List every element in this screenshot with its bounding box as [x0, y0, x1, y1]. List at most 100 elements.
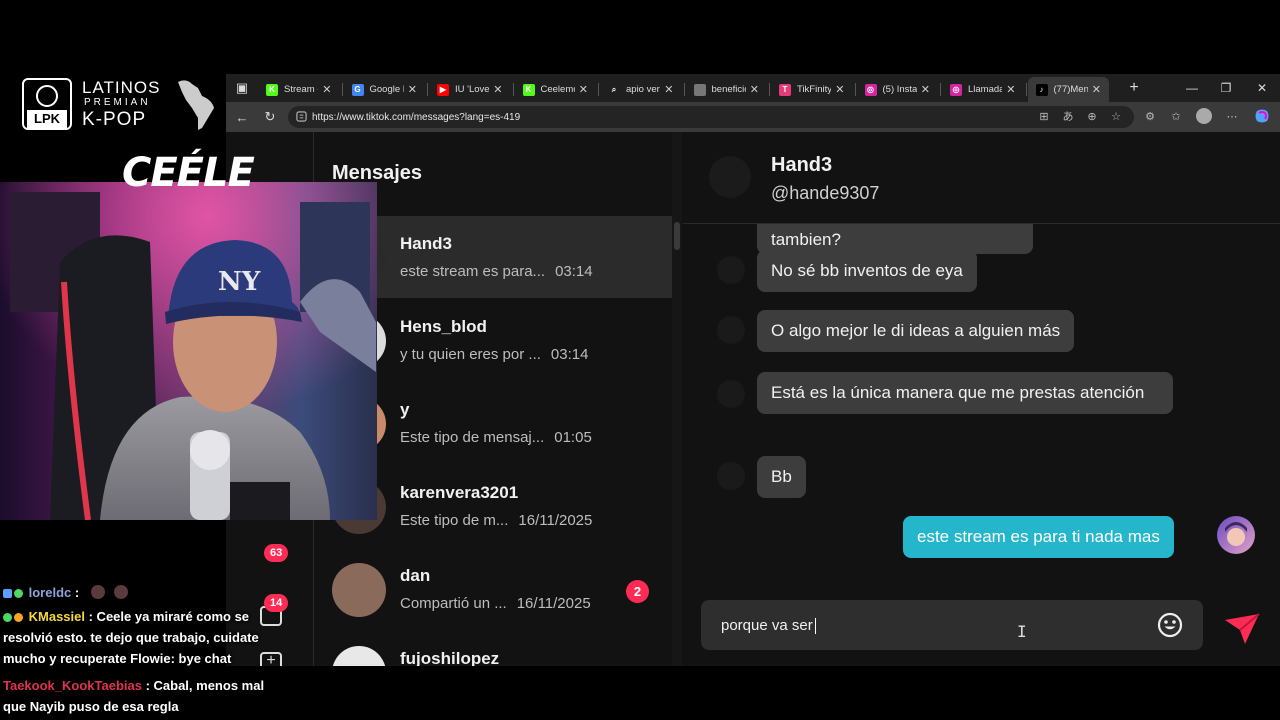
- browser-tab[interactable]: K Stream - ✕: [258, 77, 340, 102]
- app-available-icon[interactable]: ⊞: [1036, 108, 1052, 124]
- close-tab-icon[interactable]: ✕: [408, 83, 417, 96]
- minimize-button[interactable]: —: [1174, 77, 1210, 99]
- close-window-button[interactable]: ✕: [1244, 77, 1280, 99]
- browser-tab[interactable]: T TikFinity ✕: [771, 77, 853, 102]
- conversation-item[interactable]: dan Compartió un ... 16/11/2025 2: [314, 548, 672, 630]
- tab-separator: [769, 83, 770, 96]
- vinyl-icon: [36, 85, 58, 107]
- copilot-icon[interactable]: [1254, 108, 1270, 124]
- svg-text:NY: NY: [218, 267, 261, 297]
- tab-separator: [940, 83, 941, 96]
- emoji-icon[interactable]: [1157, 612, 1183, 638]
- close-tab-icon[interactable]: ✕: [493, 83, 502, 96]
- conversation-time: 16/11/2025: [516, 595, 591, 612]
- stream-chat-message: loreldc :: [3, 582, 129, 603]
- tab-separator: [598, 83, 599, 96]
- url-text: https://www.tiktok.com/messages?lang=es-…: [312, 111, 521, 123]
- tab-actions-icon[interactable]: ▣: [232, 78, 252, 98]
- emote-icon: [90, 585, 105, 599]
- close-tab-icon[interactable]: ✕: [1092, 83, 1101, 96]
- more-options-icon[interactable]: ⋯: [1224, 108, 1240, 124]
- restore-button[interactable]: ❐: [1208, 77, 1244, 99]
- list-scrollbar[interactable]: [672, 132, 682, 666]
- message-bubble: No sé bb inventos de eya: [757, 250, 977, 292]
- chat-username: Taekook_KookTaebias: [3, 678, 142, 693]
- lpk-logo: LPK LATINOS PREMIAN K-POP: [22, 78, 222, 132]
- tab-separator: [427, 83, 428, 96]
- conversation-preview: Compartió un ...: [400, 595, 507, 612]
- kick-icon: K: [266, 83, 278, 96]
- conversation-name: Hand3: [400, 234, 452, 253]
- conversation-preview: este stream es para...: [400, 263, 546, 280]
- tab-title: IU 'Love w: [455, 84, 490, 95]
- mouse-cursor-ibeam: I: [1017, 622, 1027, 641]
- lpk-logo-box: LPK: [22, 78, 72, 130]
- webcam-feed: NY: [0, 182, 377, 520]
- browser-tab[interactable]: ♪ (77)Mens ✕: [1027, 77, 1109, 102]
- conversation-name: y: [400, 400, 410, 419]
- conversation-time: 03:14: [555, 263, 593, 280]
- chat-panel: Hand3 @hande9307 tambien? No sé bb inven…: [683, 132, 1280, 666]
- tab-separator: [854, 83, 856, 96]
- favorite-star-icon[interactable]: ☆: [1108, 108, 1124, 124]
- close-tab-icon[interactable]: ✕: [322, 83, 331, 96]
- tiktok-icon: ♪: [1035, 83, 1048, 96]
- zoom-icon[interactable]: ⊕: [1084, 108, 1100, 124]
- badge-icon: [3, 589, 12, 598]
- browser-tab[interactable]: ◎ Llamada ✕: [942, 77, 1024, 102]
- chat-username: KMassiel: [28, 609, 85, 624]
- conversation-item[interactable]: fujoshilopez: [314, 631, 672, 666]
- reload-icon[interactable]: ↻: [260, 107, 280, 127]
- tab-separator: [512, 83, 514, 96]
- tab-title: Stream -: [284, 84, 319, 95]
- conversation-name: karenvera3201: [400, 483, 519, 502]
- send-icon[interactable]: [1223, 612, 1261, 646]
- stream-chat-message: Taekook_KookTaebias : Cabal, menos mal q…: [3, 675, 273, 717]
- message-bubble: Está es la única manera que me prestas a…: [757, 372, 1173, 414]
- logo-line-3: K-POP: [82, 109, 147, 130]
- badge-icon: [14, 613, 23, 622]
- translate-icon[interactable]: あ: [1060, 108, 1076, 124]
- browser-tab[interactable]: beneficio ✕: [686, 77, 768, 102]
- chat-avatar[interactable]: [709, 156, 751, 198]
- favorites-icon[interactable]: ✩: [1168, 108, 1184, 124]
- browser-tab[interactable]: K Ceelemor ✕: [515, 77, 597, 102]
- message-input[interactable]: porque va ser: [701, 600, 1203, 650]
- close-tab-icon[interactable]: ✕: [664, 83, 673, 96]
- instagram-icon: ◎: [864, 83, 877, 96]
- site-info-icon[interactable]: [296, 111, 307, 122]
- contact-avatar-small: [717, 316, 745, 344]
- conversation-name: dan: [400, 566, 431, 585]
- badge-icon: [14, 589, 23, 598]
- back-icon[interactable]: ←: [232, 107, 252, 127]
- stream-chat-message: KMassiel : Ceele ya miraré como se resol…: [3, 606, 293, 669]
- conversation-time: 01:05: [554, 429, 592, 446]
- browser-tab[interactable]: G Google M ✕: [344, 77, 426, 102]
- new-tab-button[interactable]: +: [1116, 77, 1152, 99]
- extensions-icon[interactable]: ⚙: [1142, 108, 1158, 124]
- search-icon: ⌕: [608, 83, 620, 96]
- conversation-time: 16/11/2025: [518, 512, 593, 529]
- badge-icon: [3, 613, 12, 622]
- inbox-icon[interactable]: [260, 552, 284, 574]
- browser-tab[interactable]: ⌕ apio verd ✕: [600, 77, 682, 102]
- doc-icon: [693, 83, 706, 96]
- chat-contact-username[interactable]: @hande9307: [771, 183, 879, 204]
- browser-tab[interactable]: ◎ (5) Instag ✕: [857, 77, 939, 102]
- close-tab-icon[interactable]: ✕: [1006, 83, 1015, 96]
- close-tab-icon[interactable]: ✕: [750, 83, 759, 96]
- profile-avatar[interactable]: [1196, 108, 1212, 124]
- url-field[interactable]: https://www.tiktok.com/messages?lang=es-…: [288, 106, 1134, 128]
- tikfinity-icon: T: [779, 83, 791, 96]
- close-tab-icon[interactable]: ✕: [835, 83, 844, 96]
- logo-line-1: LATINOS: [82, 78, 161, 97]
- text-caret: [814, 618, 816, 635]
- browser-tab[interactable]: ▶ IU 'Love w✕: [429, 77, 511, 102]
- conversation-name: Hens_blod: [400, 317, 487, 336]
- google-icon: G: [351, 83, 364, 96]
- address-bar: ← ↻ https://www.tiktok.com/messages?lang…: [226, 102, 1280, 132]
- close-tab-icon[interactable]: ✕: [579, 83, 588, 96]
- unread-badge: 2: [626, 580, 649, 603]
- close-tab-icon[interactable]: ✕: [921, 83, 930, 96]
- chat-contact-name[interactable]: Hand3: [771, 154, 832, 177]
